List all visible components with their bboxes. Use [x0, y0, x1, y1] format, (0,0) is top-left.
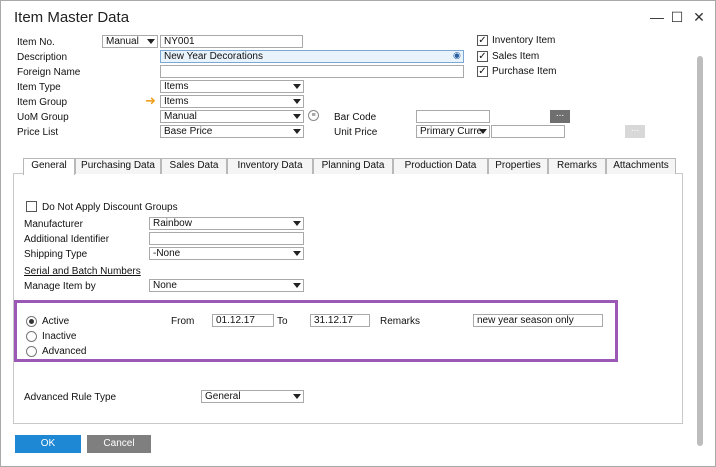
inactive-label: Inactive: [42, 331, 77, 342]
bar-code-label: Bar Code: [334, 112, 377, 123]
uom-group-label: UoM Group: [17, 112, 69, 123]
manufacturer-value: Rainbow: [153, 218, 192, 229]
close-icon[interactable]: ✕: [689, 7, 709, 27]
shipping-type-label: Shipping Type: [24, 249, 88, 260]
chevron-down-icon: [479, 129, 487, 134]
chevron-down-icon: [293, 129, 301, 134]
item-type-value: Items: [164, 81, 189, 92]
advanced-radio[interactable]: [26, 346, 37, 357]
item-no-series-value: Manual: [106, 36, 139, 47]
description-label: Description: [17, 52, 68, 63]
description-value: New Year Decorations: [164, 51, 263, 62]
tab-inventory-data[interactable]: Inventory Data: [227, 158, 313, 174]
advanced-rule-type-label: Advanced Rule Type: [24, 392, 117, 403]
tab-attachments[interactable]: Attachments: [606, 158, 676, 174]
advanced-rule-type-select[interactable]: General: [201, 390, 304, 403]
tab-sales-data[interactable]: Sales Data: [161, 158, 227, 174]
manage-item-select[interactable]: None: [149, 279, 304, 292]
from-label: From: [171, 316, 195, 327]
active-label: Active: [42, 316, 70, 327]
unit-price-label: Unit Price: [334, 127, 378, 138]
cancel-button[interactable]: Cancel: [87, 435, 151, 453]
serial-batch-link[interactable]: Serial and Batch Numbers: [24, 266, 141, 277]
advanced-label: Advanced: [42, 346, 87, 357]
minimize-icon[interactable]: —: [647, 7, 667, 27]
item-group-select[interactable]: Items: [160, 95, 304, 108]
bar-code-input[interactable]: [416, 110, 490, 123]
item-no-label: Item No.: [17, 37, 55, 48]
to-date-input[interactable]: 31.12.17: [310, 314, 370, 327]
item-type-label: Item Type: [17, 82, 61, 93]
uom-group-select[interactable]: Manual: [160, 110, 304, 123]
manage-item-value: None: [153, 280, 177, 291]
shipping-type-select[interactable]: -None: [149, 247, 304, 260]
item-master-data-window: Item Master Data — ☐ ✕ Item No. Manual N…: [0, 0, 716, 467]
chevron-down-icon: [293, 99, 301, 104]
price-list-select[interactable]: Base Price: [160, 125, 304, 138]
tab-production-data[interactable]: Production Data: [393, 158, 488, 174]
tab-general[interactable]: General: [23, 158, 75, 175]
foreign-name-input[interactable]: [160, 65, 464, 78]
chevron-down-icon: [293, 84, 301, 89]
no-discount-checkbox[interactable]: [26, 201, 37, 212]
uom-group-value: Manual: [164, 111, 197, 122]
bar-code-browse-button[interactable]: ...: [550, 109, 570, 123]
remarks-input[interactable]: new year season only: [473, 314, 603, 327]
tab-planning-data[interactable]: Planning Data: [313, 158, 393, 174]
inventory-item-label: Inventory Item: [492, 35, 556, 46]
inactive-radio[interactable]: [26, 331, 37, 342]
status-highlight-box: [14, 300, 618, 362]
remarks-label: Remarks: [380, 316, 421, 327]
manage-item-label: Manage Item by: [24, 281, 96, 292]
additional-identifier-input[interactable]: [149, 232, 304, 245]
from-date-input[interactable]: 01.12.17: [212, 314, 274, 327]
chevron-down-icon: [293, 114, 301, 119]
maximize-icon[interactable]: ☐: [667, 7, 687, 27]
item-group-label: Item Group: [17, 97, 68, 108]
manufacturer-label: Manufacturer: [24, 219, 83, 230]
chevron-down-icon: [147, 39, 155, 44]
tab-purchasing-data[interactable]: Purchasing Data: [75, 158, 161, 174]
inventory-item-checkbox[interactable]: ✓: [477, 35, 488, 46]
chevron-down-icon: [293, 283, 301, 288]
manufacturer-select[interactable]: Rainbow: [149, 217, 304, 230]
price-list-label: Price List: [17, 127, 59, 138]
additional-identifier-label: Additional Identifier: [24, 234, 110, 245]
no-discount-label: Do Not Apply Discount Groups: [42, 202, 178, 213]
link-arrow-icon[interactable]: ➜: [145, 94, 156, 108]
item-no-series-select[interactable]: Manual: [102, 35, 158, 48]
purchase-item-label: Purchase Item: [492, 66, 557, 77]
chevron-down-icon: [293, 251, 301, 256]
foreign-name-label: Foreign Name: [17, 67, 81, 78]
item-group-value: Items: [164, 96, 189, 107]
sales-item-label: Sales Item: [492, 51, 540, 62]
vertical-scrollbar[interactable]: [697, 56, 703, 446]
shipping-type-value: -None: [153, 248, 181, 259]
chevron-down-icon: [293, 394, 301, 399]
unit-price-currency-select[interactable]: Primary Curre: [416, 125, 490, 138]
translate-icon[interactable]: ◉: [453, 50, 463, 62]
unit-price-currency-value: Primary Curre: [420, 126, 483, 137]
sales-item-checkbox[interactable]: ✓: [477, 51, 488, 62]
item-no-input[interactable]: NY001: [160, 35, 303, 48]
advanced-rule-type-value: General: [205, 391, 241, 402]
chevron-down-icon: [293, 221, 301, 226]
description-input[interactable]: New Year Decorations: [160, 50, 464, 63]
ok-button[interactable]: OK: [15, 435, 81, 453]
unit-price-input[interactable]: [491, 125, 565, 138]
item-type-select[interactable]: Items: [160, 80, 304, 93]
to-label: To: [277, 316, 288, 327]
price-list-value: Base Price: [164, 126, 213, 137]
active-radio[interactable]: [26, 316, 37, 327]
uom-details-icon[interactable]: ≡: [308, 110, 319, 121]
unit-price-browse-button[interactable]: ...: [625, 124, 645, 138]
purchase-item-checkbox[interactable]: ✓: [477, 66, 488, 77]
tab-remarks[interactable]: Remarks: [548, 158, 606, 174]
tab-properties[interactable]: Properties: [488, 158, 548, 174]
window-title: Item Master Data: [14, 9, 130, 26]
